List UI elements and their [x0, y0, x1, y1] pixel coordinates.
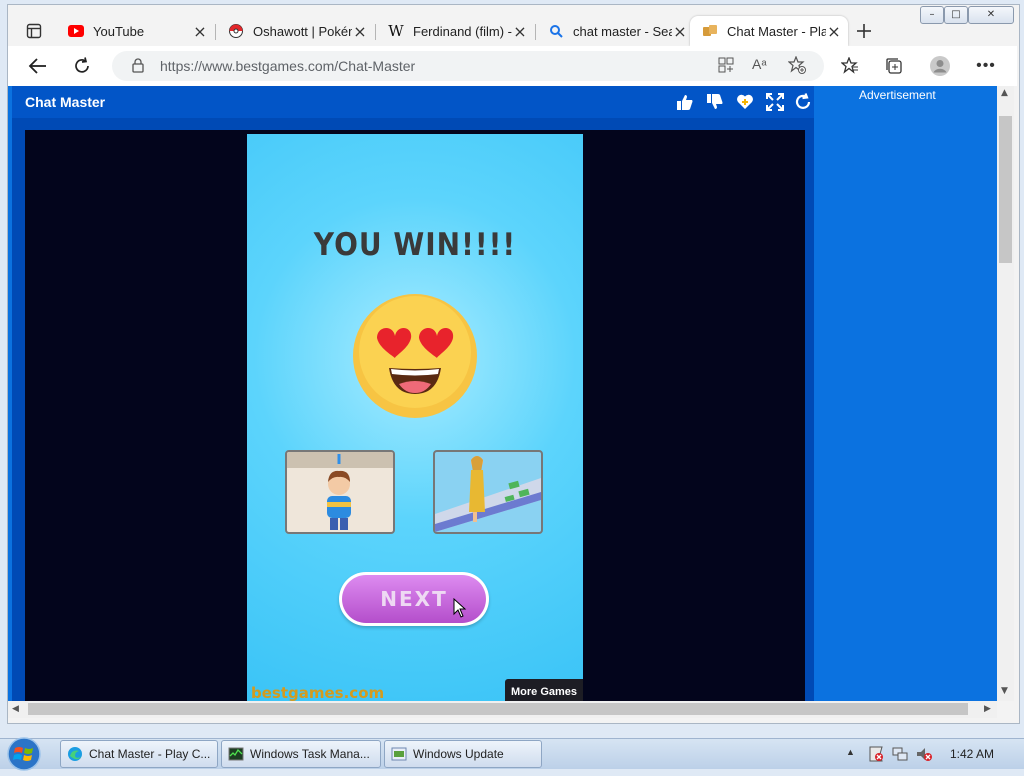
- tab-ferdinand[interactable]: W Ferdinand (film) - Wikipedia ×: [376, 16, 534, 46]
- url-path: /Chat-Master: [334, 58, 416, 74]
- horizontal-scrollbar[interactable]: ◀ ▶: [8, 701, 997, 718]
- reward-thumbnail-boy[interactable]: [285, 450, 395, 534]
- win-title: YOU WIN!!!!: [313, 226, 517, 263]
- taskbar-item-label: Windows Task Mana...: [250, 747, 370, 761]
- tab-search[interactable]: chat master - Search ×: [536, 16, 694, 46]
- browser-toolbar: https://www.bestgames.com/Chat-Master Aᵃ…: [8, 46, 1017, 86]
- taskbar-item-label: Windows Update: [413, 747, 504, 761]
- game-screen[interactable]: YOU WIN!!!! NEXT bestgames.com More Game…: [247, 134, 583, 701]
- tab-close-button[interactable]: ×: [672, 22, 688, 41]
- game-container: YOU WIN!!!! NEXT bestgames.com More Game…: [12, 118, 814, 701]
- scroll-left-arrow-icon[interactable]: ◀: [12, 704, 19, 714]
- more-icon: •••: [976, 57, 996, 74]
- add-favorite-icon[interactable]: [787, 55, 806, 79]
- collections-button[interactable]: [880, 52, 908, 80]
- taskbar-item-windows-update[interactable]: Windows Update: [384, 740, 542, 768]
- thumbs-down-icon[interactable]: [706, 93, 724, 111]
- avatar-icon: [930, 56, 950, 76]
- boy-character-icon: [287, 452, 393, 530]
- tab-title: chat master - Search: [573, 23, 672, 39]
- reward-thumbnail-girl[interactable]: [433, 450, 543, 534]
- vertical-scroll-thumb[interactable]: [999, 116, 1012, 263]
- windows-logo-icon: [7, 737, 41, 771]
- bestgames-icon: [702, 23, 718, 39]
- horizontal-scroll-thumb[interactable]: [28, 703, 968, 715]
- tab-close-button[interactable]: ×: [192, 22, 208, 41]
- wikipedia-icon: W: [388, 22, 404, 40]
- settings-menu-button[interactable]: •••: [972, 52, 1000, 80]
- tab-close-button[interactable]: ×: [512, 22, 528, 41]
- new-tab-button[interactable]: [850, 17, 878, 45]
- page-viewport: Chat Master YOU WIN!!!! NEXT bestgames.c…: [8, 86, 997, 701]
- back-button[interactable]: [24, 52, 52, 80]
- clock[interactable]: 1:42 AM: [950, 747, 994, 761]
- youtube-icon: [68, 23, 84, 39]
- vertical-scrollbar[interactable]: ▲ ▼: [997, 86, 1014, 701]
- search-icon: [548, 23, 564, 39]
- lock-icon[interactable]: [132, 58, 144, 78]
- tab-chat-master[interactable]: Chat Master - Play Online ×: [690, 16, 848, 46]
- scroll-down-arrow-icon[interactable]: ▼: [1001, 686, 1008, 696]
- mouse-cursor-icon: [453, 598, 467, 618]
- collections-icon: [886, 58, 902, 74]
- heart-eyes-emoji-icon: [353, 294, 477, 418]
- advertisement-label: Advertisement: [859, 88, 936, 102]
- action-center-icon[interactable]: [868, 746, 884, 762]
- fullscreen-icon[interactable]: [766, 93, 784, 111]
- game-canvas[interactable]: YOU WIN!!!! NEXT bestgames.com More Game…: [25, 130, 805, 701]
- favorite-heart-icon[interactable]: [736, 93, 754, 111]
- tab-close-button[interactable]: ×: [352, 22, 368, 41]
- more-games-button[interactable]: More Games: [505, 679, 583, 701]
- show-hidden-icons-icon[interactable]: ▲: [846, 747, 855, 757]
- system-tray: ▲ 1:42 AM: [842, 739, 1024, 769]
- tab-actions-icon: [26, 23, 42, 39]
- taskbar-item-edge[interactable]: Chat Master - Play C...: [60, 740, 218, 768]
- taskbar-item-task-manager[interactable]: Windows Task Mana...: [221, 740, 381, 768]
- game-title: Chat Master: [25, 94, 106, 110]
- volume-muted-icon[interactable]: [916, 746, 932, 762]
- tab-strip: YouTube × Oshawott | Pokémon × W Ferdina…: [8, 16, 1017, 46]
- read-aloud-icon[interactable]: Aᵃ: [752, 56, 767, 72]
- tab-oshawott[interactable]: Oshawott | Pokémon ×: [216, 16, 374, 46]
- tab-title: Oshawott | Pokémon: [253, 23, 352, 39]
- thumbs-up-icon[interactable]: [676, 93, 694, 111]
- tab-close-button[interactable]: ×: [826, 22, 842, 41]
- network-icon[interactable]: [892, 746, 908, 762]
- app-available-icon[interactable]: [718, 57, 734, 78]
- game-header-bar: Chat Master: [12, 86, 814, 118]
- reload-game-icon[interactable]: [794, 93, 812, 111]
- pokeball-icon: [228, 23, 244, 39]
- refresh-icon: [75, 57, 89, 73]
- taskbar-item-label: Chat Master - Play C...: [89, 747, 211, 761]
- favorites-button[interactable]: [836, 52, 864, 80]
- tab-youtube[interactable]: YouTube ×: [56, 16, 214, 46]
- tab-title: Chat Master - Play Online: [727, 23, 826, 39]
- plus-icon: [857, 24, 871, 38]
- scroll-up-arrow-icon[interactable]: ▲: [1001, 88, 1008, 98]
- url-text: https://www.bestgames.com/Chat-Master: [160, 58, 415, 74]
- profile-button[interactable]: [926, 52, 954, 80]
- task-manager-icon: [228, 747, 244, 761]
- start-button[interactable]: [6, 737, 42, 771]
- url-prefix: https://www.bestgames.com: [160, 58, 335, 74]
- favorites-icon: [841, 57, 858, 74]
- scroll-right-arrow-icon[interactable]: ▶: [984, 704, 991, 714]
- windows-update-icon: [391, 747, 407, 761]
- runner-girl-icon: [435, 456, 541, 532]
- edge-icon: [68, 747, 82, 761]
- tab-title: Ferdinand (film) - Wikipedia: [413, 23, 512, 39]
- refresh-button[interactable]: [68, 52, 96, 80]
- tab-actions-button[interactable]: [20, 17, 48, 45]
- taskbar: Chat Master - Play C... Windows Task Man…: [0, 737, 1024, 771]
- back-arrow-icon: [28, 58, 46, 74]
- address-bar[interactable]: https://www.bestgames.com/Chat-Master Aᵃ: [112, 51, 824, 81]
- bestgames-logo[interactable]: bestgames.com: [251, 684, 384, 701]
- tab-title: YouTube: [93, 23, 145, 39]
